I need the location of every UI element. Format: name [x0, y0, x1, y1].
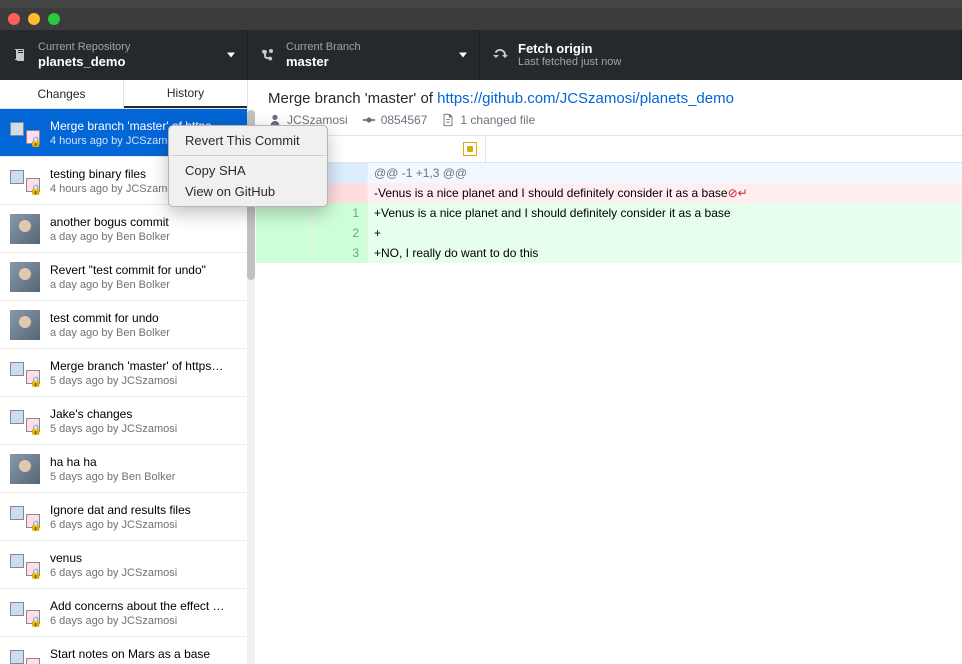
user-avatar-icon — [10, 214, 40, 244]
no-newline-icon: ⊘↵ — [728, 186, 748, 200]
menu-separator — [169, 155, 327, 156]
commit-list-item[interactable]: 🔒 Merge branch 'master' of https… 5 days a… — [0, 349, 247, 397]
commit-item-meta: 5 days ago by JCSzamosi — [50, 375, 237, 387]
commit-list-item[interactable]: 🔒Start notes on Mars as a base6 days ago… — [0, 637, 247, 664]
diff-icon — [441, 113, 455, 127]
window-minimize-button[interactable] — [28, 13, 40, 25]
app-body: Changes History 🔒 Merge branch 'master' o… — [0, 80, 962, 664]
commit-item-title: Add concerns about the effect … — [50, 599, 237, 613]
file-right-pane — [486, 136, 962, 162]
diff-add-text: +NO, I really do want to do this — [368, 243, 962, 263]
diff-add-text: +Venus is a nice planet and I should def… — [368, 203, 962, 223]
repo-name: planets_demo — [38, 54, 130, 70]
commit-item-title: Start notes on Mars as a base — [50, 647, 237, 661]
repo-label: Current Repository — [38, 41, 130, 54]
gutter-new: 2 — [312, 223, 368, 243]
user-avatar-icon — [10, 310, 40, 340]
user-avatar-icon — [10, 262, 40, 292]
commit-item-meta: a day ago by Ben Bolker — [50, 231, 237, 243]
tab-changes[interactable]: Changes — [0, 80, 124, 108]
menu-copy-sha[interactable]: Copy SHA — [169, 160, 327, 181]
browser-chrome — [0, 0, 962, 8]
branch-name: master — [286, 54, 361, 70]
commit-item-meta: 5 days ago by JCSzamosi — [50, 423, 237, 435]
commit-list-item[interactable]: 🔒 Add concerns about the effect … 6 days a… — [0, 589, 247, 637]
window-maximize-button[interactable] — [48, 13, 60, 25]
commit-title-link[interactable]: https://github.com/JCSzamosi/planets_dem… — [437, 90, 734, 107]
menu-view-on-github[interactable]: View on GitHub — [169, 181, 327, 202]
diff-del-text: -Venus is a nice planet and I should def… — [374, 186, 728, 200]
commit-title: Merge branch 'master' of https://github.… — [256, 80, 962, 113]
commit-item-title: another bogus commit — [50, 215, 237, 229]
merge-avatar-icon: 🔒 — [10, 554, 40, 576]
commit-item-title: Jake's changes — [50, 407, 237, 421]
merge-avatar-icon: 🔒 — [10, 170, 40, 192]
commit-list-item[interactable]: 🔒 Jake's changes 5 days ago by JCSzamosi — [0, 397, 247, 445]
menu-revert-commit[interactable]: Revert This Commit — [169, 130, 327, 151]
fetch-status: Last fetched just now — [518, 56, 621, 69]
chevron-down-icon — [227, 53, 235, 58]
files-changed-count: 1 changed file — [460, 113, 535, 127]
commit-title-prefix: Merge branch 'master' of — [268, 90, 437, 107]
diff-line-added: 1 +Venus is a nice planet and I should d… — [256, 203, 962, 223]
merge-avatar-icon: 🔒 — [10, 362, 40, 384]
chevron-down-icon — [459, 53, 467, 58]
commit-item-meta: a day ago by Ben Bolker — [50, 327, 237, 339]
commit-item-title: Revert "test commit for undo" — [50, 263, 237, 277]
fetch-origin-button[interactable]: Fetch origin Last fetched just now — [480, 30, 962, 80]
merge-avatar-icon: 🔒 — [10, 410, 40, 432]
commit-list-item[interactable]: Revert "test commit for undo" a day ago b… — [0, 253, 247, 301]
app-toolbar: Current Repository planets_demo Current … — [0, 30, 962, 80]
file-header-bar — [256, 135, 962, 163]
commit-list-item[interactable]: another bogus commit a day ago by Ben Bol… — [0, 205, 247, 253]
commit-item-title: Ignore dat and results files — [50, 503, 237, 517]
window-titlebar — [0, 8, 962, 30]
commit-item-meta: 6 days ago by JCSzamosi — [50, 615, 237, 627]
branch-label: Current Branch — [286, 41, 361, 54]
merge-avatar-icon: 🔒 — [10, 506, 40, 528]
fetch-label: Fetch origin — [518, 41, 621, 57]
commit-list-item[interactable]: 🔒 Ignore dat and results files 6 days ago … — [0, 493, 247, 541]
gutter-new: 3 — [312, 243, 368, 263]
commit-item-meta: 6 days ago by JCSzamosi — [50, 519, 237, 531]
window-close-button[interactable] — [8, 13, 20, 25]
commit-context-menu: Revert This Commit Copy SHA View on GitH… — [168, 125, 328, 207]
diff-line-added: 2 + — [256, 223, 962, 243]
commit-detail: Merge branch 'master' of https://github.… — [256, 80, 962, 664]
current-repo-dropdown[interactable]: Current Repository planets_demo — [0, 30, 248, 80]
commit-list-item[interactable]: ha ha ha 5 days ago by Ben Bolker — [0, 445, 247, 493]
commit-item-title: test commit for undo — [50, 311, 237, 325]
sidebar-tabs: Changes History — [0, 80, 247, 109]
diff-line-added: 3 +NO, I really do want to do this — [256, 243, 962, 263]
merge-avatar-icon: 🔒 — [10, 122, 40, 144]
commit-item-title: ha ha ha — [50, 455, 237, 469]
repo-icon — [12, 47, 28, 63]
commit-icon — [362, 113, 376, 127]
commit-item-meta: a day ago by Ben Bolker — [50, 279, 237, 291]
commit-item-meta: 5 days ago by Ben Bolker — [50, 471, 237, 483]
diff-view: @@ -1 +1,3 @@ 1 -Venus is a nice planet … — [256, 163, 962, 664]
commit-item-meta: 6 days ago by JCSzamosi — [50, 567, 237, 579]
sync-icon — [492, 47, 508, 63]
user-avatar-icon — [10, 454, 40, 484]
diff-hunk-header: @@ -1 +1,3 @@ — [256, 163, 962, 183]
current-branch-dropdown[interactable]: Current Branch master — [248, 30, 480, 80]
tab-history[interactable]: History — [124, 80, 247, 108]
commit-list-item[interactable]: test commit for undo a day ago by Ben Bol… — [0, 301, 247, 349]
files-changed: 1 changed file — [441, 113, 535, 127]
branch-icon — [260, 47, 276, 63]
commit-list-item[interactable]: 🔒 venus 6 days ago by JCSzamosi — [0, 541, 247, 589]
merge-avatar-icon: 🔒 — [10, 602, 40, 624]
commit-metadata: JCSzamosi 0854567 1 changed file — [256, 113, 962, 135]
commit-item-title: venus — [50, 551, 237, 565]
hunk-text: @@ -1 +1,3 @@ — [368, 163, 962, 183]
modified-badge-icon — [463, 142, 477, 156]
diff-add-text: + — [368, 223, 962, 243]
diff-line-deleted: 1 -Venus is a nice planet and I should d… — [256, 183, 962, 203]
commit-sha: 0854567 — [362, 113, 428, 127]
commit-item-title: Merge branch 'master' of https… — [50, 359, 237, 373]
merge-avatar-icon: 🔒 — [10, 650, 40, 664]
sha-value: 0854567 — [381, 113, 428, 127]
